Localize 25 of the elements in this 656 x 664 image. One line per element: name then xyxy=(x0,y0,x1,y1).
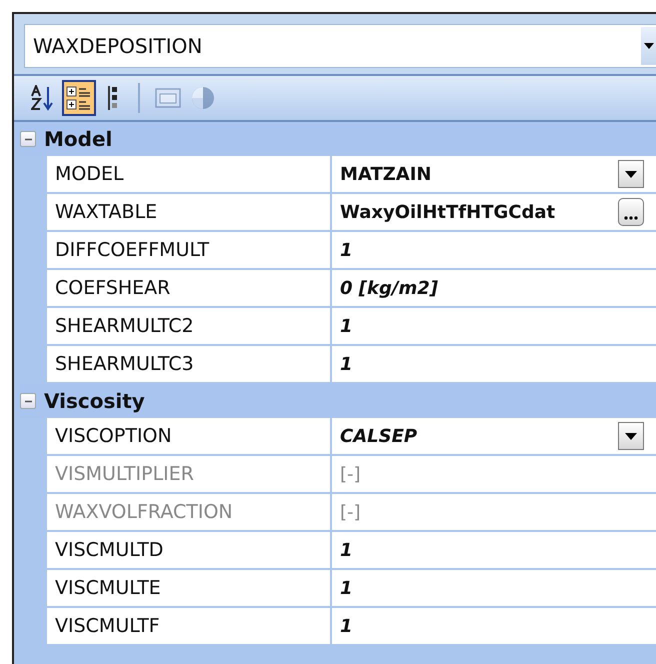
category-title: Viscosity xyxy=(44,389,145,413)
property-value: 1 xyxy=(340,540,353,560)
property-value: 1 xyxy=(340,316,353,336)
property-value: 1 xyxy=(340,354,353,374)
property-value: [-] xyxy=(340,502,361,522)
property-name[interactable]: WAXTABLE xyxy=(47,194,332,232)
property-name[interactable]: VISCMULTE xyxy=(47,570,332,608)
property-name[interactable]: COEFSHEAR xyxy=(47,270,332,308)
property-value: 1 xyxy=(340,616,353,636)
property-value: WaxyOilHtTfHTGCdat xyxy=(340,202,556,222)
property-name[interactable]: DIFFCOEFFMULT xyxy=(47,232,332,270)
category-title: Model xyxy=(44,127,112,151)
property-value: 1 xyxy=(340,578,353,598)
property-name[interactable]: SHEARMULTC3 xyxy=(47,346,332,384)
property-name[interactable]: VISCMULTF xyxy=(47,608,332,646)
object-selector[interactable]: WAXDEPOSITION xyxy=(24,24,656,68)
property-name[interactable]: MODEL xyxy=(47,156,332,194)
property-value: 0 [kg/m2] xyxy=(340,278,438,298)
property-name[interactable]: SHEARMULTC2 xyxy=(47,308,332,346)
property-name[interactable]: VISCOPTION xyxy=(47,418,332,456)
property-value: [-] xyxy=(340,464,361,484)
property-name[interactable]: VISCMULTD xyxy=(47,532,332,570)
property-value: CALSEP xyxy=(340,426,418,446)
property-value: MATZAIN xyxy=(340,164,432,184)
property-value: 1 xyxy=(340,240,353,260)
